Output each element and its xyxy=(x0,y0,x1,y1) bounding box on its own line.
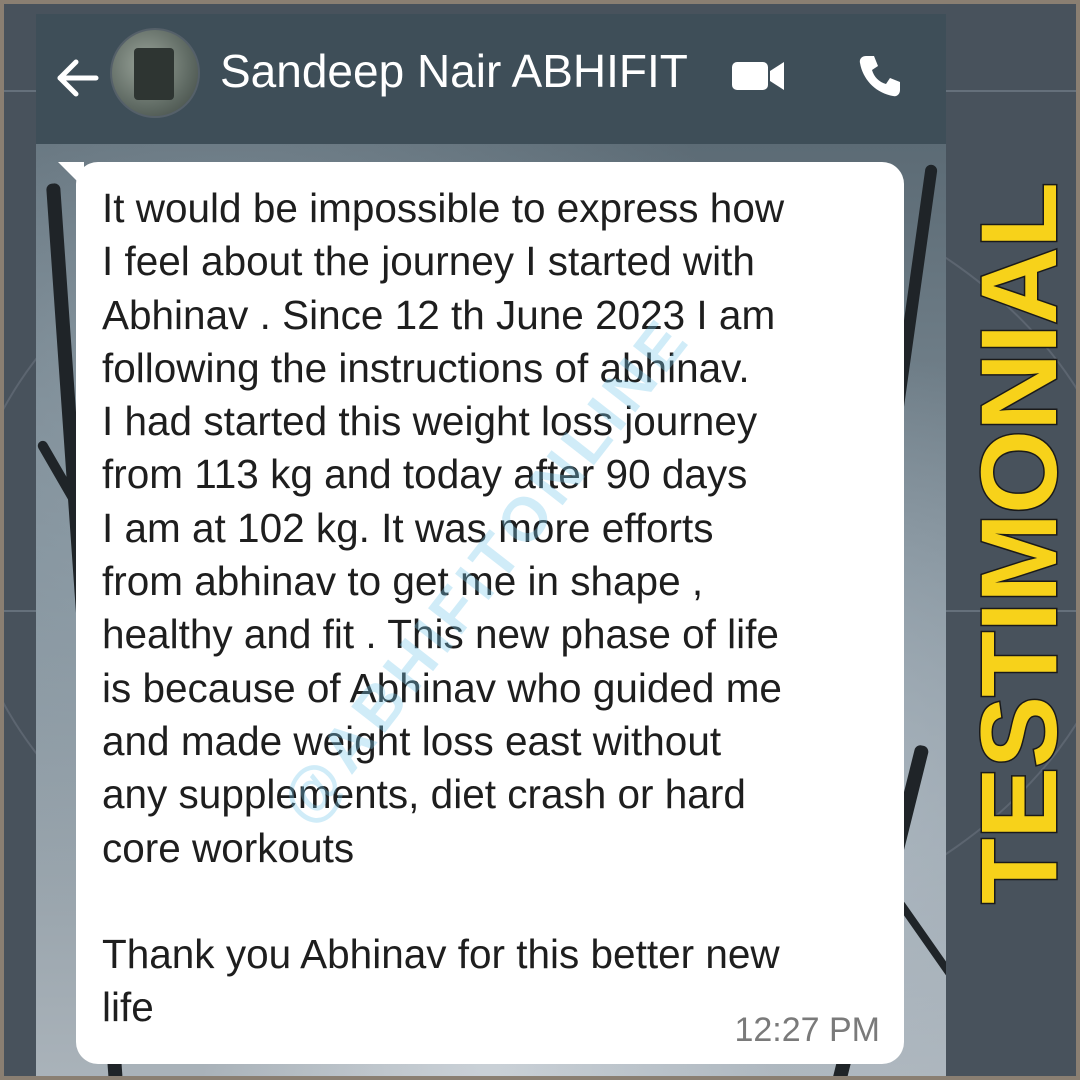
message-bubble[interactable]: It would be impossible to express how I … xyxy=(76,162,904,1064)
phone-icon[interactable] xyxy=(856,52,904,100)
contact-name[interactable]: Sandeep Nair ABHIFIT xyxy=(220,44,688,98)
testimonial-label: TESTIMONIAL xyxy=(957,182,1079,906)
message-timestamp: 12:27 PM xyxy=(734,1011,880,1049)
chat-screen: Sandeep Nair ABHIFIT It would be impossi… xyxy=(36,14,946,1076)
avatar-figure xyxy=(134,48,174,100)
video-camera-icon[interactable] xyxy=(730,58,786,94)
testimonial-frame: Sandeep Nair ABHIFIT It would be impossi… xyxy=(0,0,1080,1080)
avatar[interactable] xyxy=(110,28,200,118)
arrow-left-icon[interactable] xyxy=(54,54,102,102)
message-text: It would be impossible to express how I … xyxy=(102,185,785,1031)
chat-header: Sandeep Nair ABHIFIT xyxy=(36,14,946,144)
